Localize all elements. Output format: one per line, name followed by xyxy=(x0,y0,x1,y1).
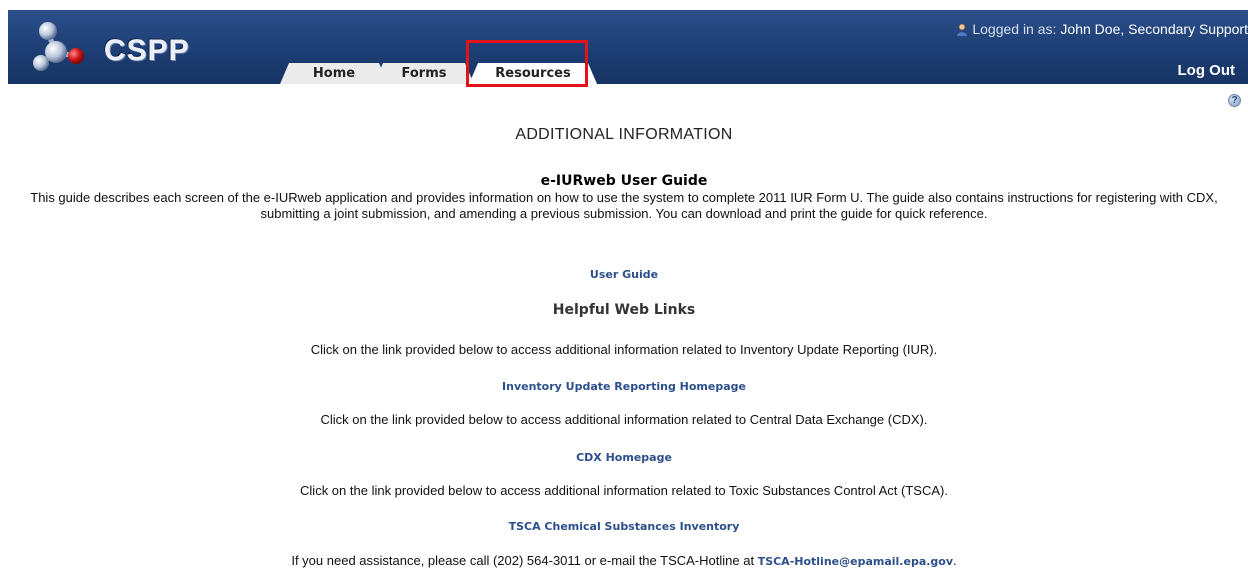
help-icon[interactable]: ? xyxy=(1228,94,1241,107)
app-header: CSPP Home Forms Resources Logged in as: … xyxy=(8,10,1248,84)
user-name: John Doe, Secondary Support xyxy=(1060,21,1248,37)
contact-info: If you need assistance, please call (202… xyxy=(0,553,1248,568)
helpful-links-heading: Helpful Web Links xyxy=(552,302,696,318)
contact-text: If you need assistance, please call (202… xyxy=(291,553,755,568)
logged-in-status: Logged in as: John Doe, Secondary Suppor… xyxy=(956,21,1248,37)
cdx-description: Click on the link provided below to acce… xyxy=(320,412,928,427)
contact-end: . xyxy=(953,553,957,568)
cspp-logo[interactable]: CSPP xyxy=(26,18,206,74)
iur-description: Click on the link provided below to acce… xyxy=(310,342,938,357)
logged-in-label: Logged in as: xyxy=(972,21,1057,37)
tsca-inventory-link[interactable]: TSCA Chemical Substances Inventory xyxy=(509,520,740,533)
tsca-hotline-email-link[interactable]: TSCA-Hotline@epamail.epa.gov xyxy=(758,555,953,568)
tab-home[interactable]: Home xyxy=(280,63,388,84)
guide-heading: e-IURweb User Guide xyxy=(540,173,708,189)
logout-link[interactable]: Log Out xyxy=(1178,62,1235,79)
molecule-logo-icon xyxy=(33,22,84,71)
user-icon xyxy=(957,23,968,36)
cdx-homepage-link[interactable]: CDX Homepage xyxy=(576,451,672,464)
user-guide-link[interactable]: User Guide xyxy=(590,268,658,281)
guide-description: This guide describes each screen of the … xyxy=(30,190,1218,221)
tsca-description: Click on the link provided below to acce… xyxy=(300,483,948,498)
logo-text: CSPP xyxy=(104,34,190,67)
page-title: ADDITIONAL INFORMATION xyxy=(515,126,733,143)
iur-homepage-link[interactable]: Inventory Update Reporting Homepage xyxy=(502,380,746,393)
tab-forms[interactable]: Forms xyxy=(374,63,474,84)
tab-resources[interactable]: Resources xyxy=(469,63,597,84)
